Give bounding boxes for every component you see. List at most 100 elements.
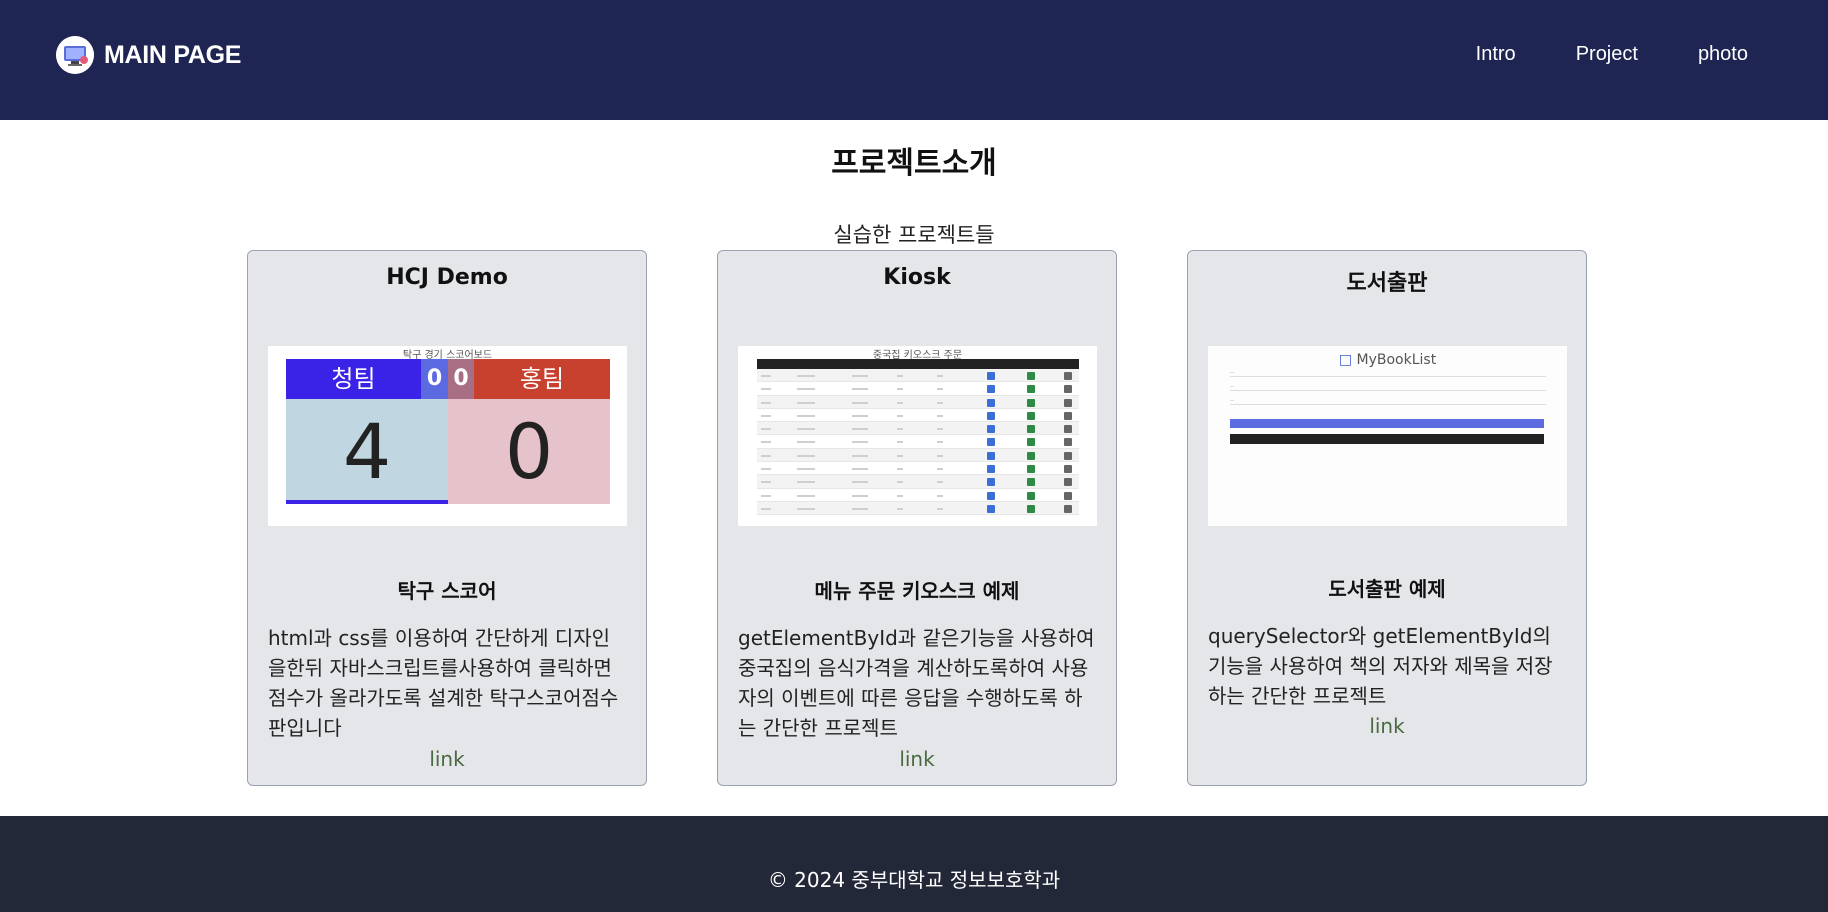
remove-icon [1064,438,1072,447]
kiosk-cell-placeholder [852,507,868,510]
kiosk-cell-placeholder [897,441,903,444]
remove-icon [1064,411,1072,420]
kiosk-table-row [757,369,1079,383]
author-field-label: — [1230,384,1234,389]
add-icon [987,451,995,460]
kiosk-table-row [757,382,1079,396]
isbn-field-label: — [1230,398,1234,403]
isbn-field [1230,404,1546,405]
subtract-icon [1027,398,1035,407]
remove-icon [1064,491,1072,500]
kiosk-cell-placeholder [761,375,771,377]
kiosk-cell-placeholder [797,401,815,404]
main-nav: Intro Project photo [1416,43,1748,66]
kiosk-cell-placeholder [852,481,868,484]
kiosk-cell-placeholder [761,388,771,391]
blue-team-label: 청팀 [286,359,421,399]
nav-project-link[interactable]: Project [1576,43,1638,66]
kiosk-thumbnail[interactable]: 중국집 키오스크 주문 [738,346,1097,526]
card-description: querySelector와 getElementById의 기능을 사용하여 … [1208,624,1553,708]
card-title: HCJ Demo [386,265,508,290]
kiosk-cell-placeholder [937,481,943,484]
kiosk-cell-placeholder [937,414,943,417]
kiosk-cell-placeholder [937,428,943,431]
card-heading: 탁구 스코어 [397,579,497,603]
kiosk-cell-placeholder [897,507,903,510]
card-link[interactable]: link [1188,714,1586,738]
subtract-icon [1027,491,1035,500]
kiosk-cell-placeholder [852,388,868,391]
subtract-icon [1027,438,1035,447]
kiosk-cell-placeholder [761,454,771,457]
kiosk-cell-placeholder [797,468,815,471]
kiosk-cell-placeholder [897,375,903,377]
kiosk-cell-placeholder [797,481,815,484]
kiosk-cell-placeholder [937,494,943,497]
subtract-icon [1027,504,1035,513]
blue-set-count: 0 [421,359,448,399]
subtract-icon [1027,425,1035,434]
add-icon [987,491,995,500]
kiosk-menu-table [757,359,1079,516]
project-card-hcj-demo: HCJ Demo 탁구 경기 스코어보드 청팀 0 0 홍팀 4 0 탁구 스코… [247,250,647,786]
kiosk-cell-placeholder [852,414,868,417]
project-card-book: 도서출판 □ MyBookList — — — 도서출판 예제 querySel… [1187,250,1587,786]
card-description: getElementById과 같은기능을 사용하여 중국집의 음식가격을 계산… [738,626,1095,740]
kiosk-cell-placeholder [761,494,771,497]
author-field [1230,390,1546,391]
project-card-kiosk: Kiosk 중국집 키오스크 주문 메뉴 주문 키오스크 예제 getEleme… [717,250,1117,786]
kiosk-cell-placeholder [761,414,771,417]
site-footer: © 2024 중부대학교 정보보호학과 [0,816,1828,912]
booklist-app-title: □ MyBookList [1208,352,1567,368]
book-table-header [1230,434,1544,444]
subtract-icon [1027,478,1035,487]
kiosk-table-row [757,395,1079,409]
scoreboard-thumbnail[interactable]: 탁구 경기 스코어보드 청팀 0 0 홍팀 4 0 [268,346,627,526]
kiosk-cell-placeholder [797,454,815,457]
kiosk-table-row [757,489,1079,502]
booklist-app-title-text: MyBookList [1356,352,1437,368]
red-team-label: 홍팀 [474,359,610,399]
add-icon [987,425,995,434]
kiosk-cell-placeholder [761,441,771,444]
kiosk-table-header [757,359,1079,369]
kiosk-cell-placeholder [761,507,771,510]
kiosk-cell-placeholder [897,428,903,431]
remove-icon [1064,425,1072,434]
kiosk-cell-placeholder [852,494,868,497]
card-link[interactable]: link [718,747,1116,771]
kiosk-table-row [757,475,1079,489]
kiosk-cell-placeholder [797,507,815,510]
card-title: 도서출판 [1346,271,1428,296]
brand-title: MAIN PAGE [104,40,242,69]
kiosk-table-row [757,422,1079,436]
remove-icon [1064,478,1072,487]
remove-icon [1064,385,1072,394]
kiosk-cell-placeholder [797,375,815,377]
red-score: 0 [448,399,610,504]
add-icon [987,398,995,407]
kiosk-cell-placeholder [937,388,943,391]
page-subtitle: 실습한 프로젝트들 [833,223,995,247]
card-link[interactable]: link [248,747,646,771]
title-field [1230,376,1546,377]
add-icon [987,465,995,474]
add-book-button [1230,419,1544,428]
nav-intro-link[interactable]: Intro [1476,43,1516,66]
page-title: 프로젝트소개 [831,146,997,181]
kiosk-cell-placeholder [852,454,868,457]
kiosk-cell-placeholder [897,454,903,457]
kiosk-table-row [757,435,1079,449]
kiosk-cell-placeholder [797,414,815,417]
add-icon [987,478,995,487]
brand-home-link[interactable]: MAIN PAGE [56,36,241,74]
remove-icon [1064,372,1072,380]
nav-photo-link[interactable]: photo [1698,43,1748,66]
kiosk-table-row [757,462,1079,476]
subtract-icon [1027,411,1035,420]
kiosk-table-row [757,409,1079,423]
kiosk-cell-placeholder [852,441,868,444]
booklist-thumbnail[interactable]: □ MyBookList — — — [1208,346,1567,526]
kiosk-cell-placeholder [797,388,815,391]
kiosk-cell-placeholder [852,375,868,377]
